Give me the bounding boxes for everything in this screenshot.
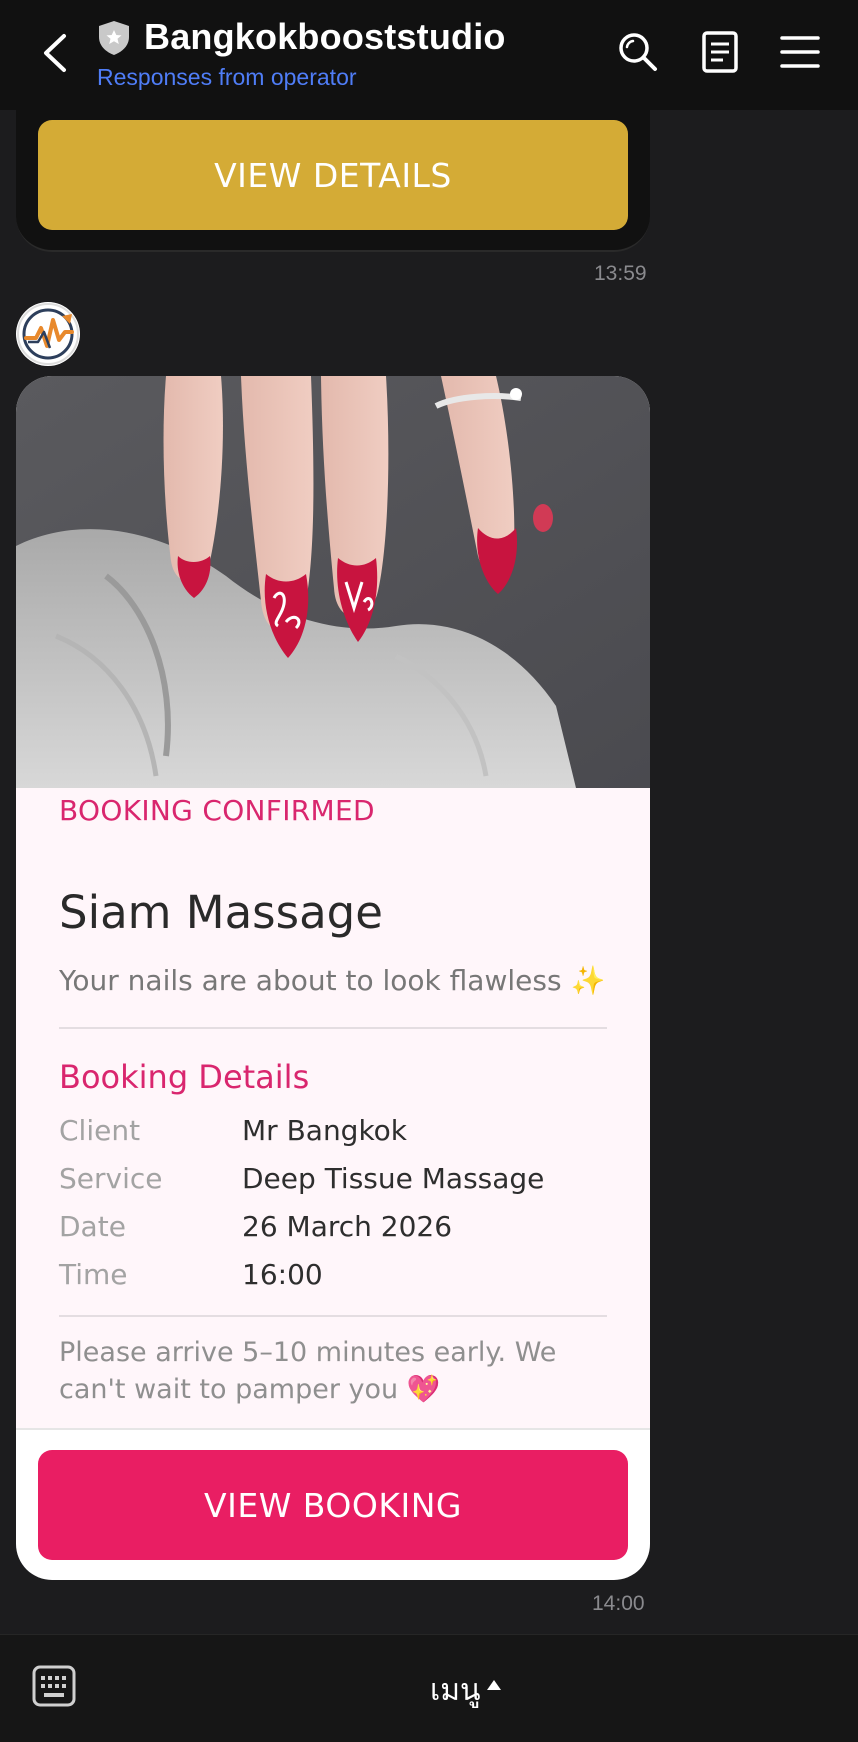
notes-icon	[702, 31, 738, 73]
bottom-bar: เมนู	[0, 1634, 858, 1742]
brand-logo-icon	[17, 303, 79, 365]
arrival-note: Please arrive 5–10 minutes early. We can…	[59, 1337, 557, 1405]
chat-screen: Bangkokbooststudio Responses from operat…	[0, 0, 858, 1742]
booking-details-panel	[16, 788, 650, 1428]
view-details-button[interactable]: VIEW DETAILS	[38, 120, 628, 230]
tagline: Your nails are about to look flawless ✨	[59, 964, 606, 997]
avatar[interactable]	[16, 302, 80, 366]
date-value: 26 March 2026	[242, 1210, 453, 1243]
time-value: 16:00	[242, 1258, 323, 1291]
keyboard-button[interactable]	[32, 1665, 76, 1707]
verified-shield-icon	[99, 21, 129, 55]
chat-subtitle: Responses from operator	[97, 64, 357, 90]
menu-button[interactable]	[778, 30, 822, 74]
back-button[interactable]	[36, 28, 76, 78]
booking-status-label: BOOKING CONFIRMED	[59, 794, 375, 827]
date-label: Date	[59, 1210, 126, 1243]
caret-up-icon	[487, 1680, 501, 1690]
business-name: Siam Massage	[59, 886, 383, 939]
rich-menu-toggle[interactable]: เมนู	[430, 1667, 481, 1714]
divider	[59, 1315, 607, 1317]
hamburger-menu-icon	[780, 36, 820, 68]
service-label: Service	[59, 1162, 163, 1195]
search-icon	[619, 33, 657, 71]
divider	[16, 1428, 650, 1430]
keyboard-icon	[32, 1665, 76, 1707]
message-timestamp: 14:00	[592, 1592, 645, 1615]
client-value: Mr Bangkok	[242, 1114, 408, 1147]
time-label: Time	[59, 1258, 128, 1291]
client-label: Client	[59, 1114, 141, 1147]
divider	[59, 1027, 607, 1029]
service-value: Deep Tissue Massage	[242, 1162, 545, 1195]
search-button[interactable]	[616, 30, 660, 74]
section-title: Booking Details	[59, 1058, 310, 1096]
notes-button[interactable]	[698, 30, 742, 74]
booking-card: BOOKING CONFIRMED Siam Massage Your nail…	[16, 376, 650, 1580]
message-timestamp: 13:59	[594, 262, 647, 285]
view-booking-button[interactable]: VIEW BOOKING	[38, 1450, 628, 1560]
chat-header: Bangkokbooststudio Responses from operat…	[0, 0, 858, 110]
chat-title[interactable]: Bangkokbooststudio	[144, 16, 506, 58]
chevron-left-icon	[44, 34, 66, 72]
nails-photo	[16, 376, 650, 788]
